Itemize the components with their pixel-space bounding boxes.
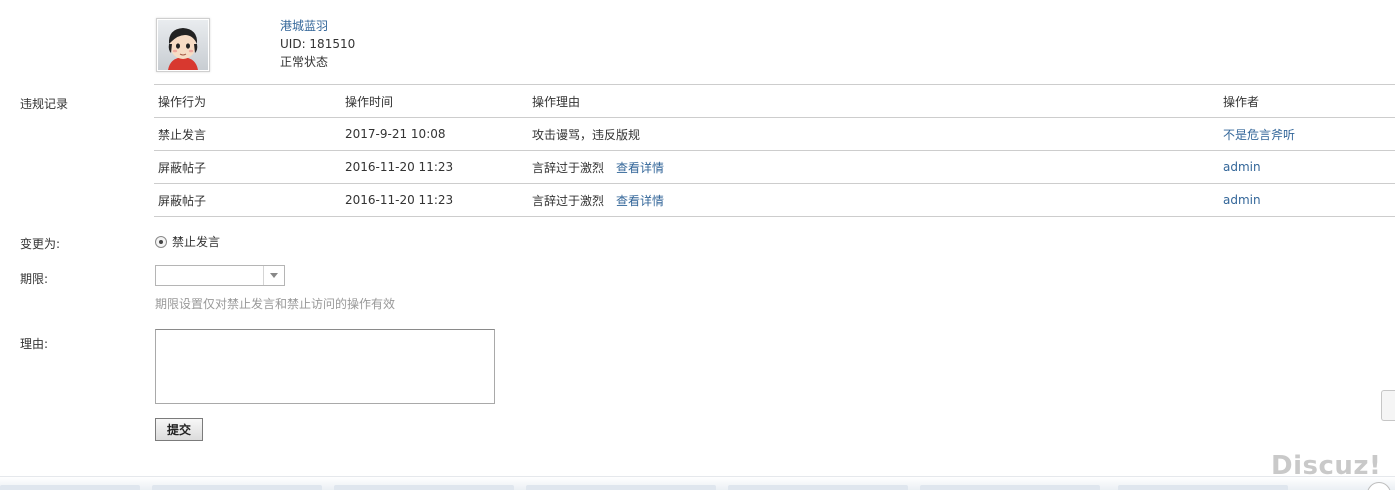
side-scroll-handle[interactable] xyxy=(1381,390,1395,421)
chevron-down-icon[interactable] xyxy=(263,266,284,285)
user-info: 港城蓝羽 UID: 181510 正常状态 xyxy=(280,17,355,71)
ban-post-label[interactable]: 禁止发言 xyxy=(172,233,220,250)
ban-post-radio[interactable] xyxy=(155,235,167,248)
row-reason: 言辞过于激烈 查看详情 xyxy=(528,150,1219,184)
header-action: 操作行为 xyxy=(154,84,341,118)
reason-label: 理由: xyxy=(20,337,49,351)
user-uid: UID: 181510 xyxy=(280,37,356,51)
avatar-icon xyxy=(158,20,208,70)
header-time: 操作时间 xyxy=(341,84,528,118)
period-label: 期限: xyxy=(20,272,49,286)
row-reason-text: 言辞过于激烈 xyxy=(532,160,605,175)
ban-post-option[interactable]: 禁止发言 xyxy=(155,233,220,250)
discuz-logo: Discuz! xyxy=(1271,451,1382,481)
header-reason: 操作理由 xyxy=(528,84,1219,118)
username-link[interactable]: 港城蓝羽 xyxy=(280,19,328,33)
change-label: 变更为: xyxy=(20,237,61,251)
row-reason: 言辞过于激烈 查看详情 xyxy=(528,183,1219,217)
view-detail-link[interactable]: 查看详情 xyxy=(616,194,664,208)
period-hint: 期限设置仅对禁止发言和禁止访问的操作有效 xyxy=(155,297,396,311)
member-ban-page: 港城蓝羽 UID: 181510 正常状态 违规记录 操作行为 操作时间 操作理… xyxy=(0,0,1395,490)
table-row: 屏蔽帖子 2016-11-20 11:23 言辞过于激烈 查看详情 admin xyxy=(154,183,1395,217)
row-action: 禁止发言 xyxy=(154,117,341,151)
period-select[interactable] xyxy=(155,265,285,286)
row-time: 2017-9-21 10:08 xyxy=(341,117,528,151)
bottom-tabs xyxy=(0,485,1395,490)
row-reason-text: 攻击谩骂，违反版规 xyxy=(532,127,641,142)
row-reason: 攻击谩骂，违反版规 xyxy=(528,117,1219,151)
row-reason-text: 言辞过于激烈 xyxy=(532,193,605,208)
table-row: 屏蔽帖子 2016-11-20 11:23 言辞过于激烈 查看详情 admin xyxy=(154,150,1395,184)
records-label: 违规记录 xyxy=(20,97,69,111)
submit-button[interactable]: 提交 xyxy=(155,418,203,441)
user-status: 正常状态 xyxy=(280,55,329,69)
row-action: 屏蔽帖子 xyxy=(154,150,341,184)
table-row: 禁止发言 2017-9-21 10:08 攻击谩骂，违反版规 不是危言斧听 xyxy=(154,117,1395,151)
user-avatar[interactable] xyxy=(156,18,210,72)
view-detail-link[interactable]: 查看详情 xyxy=(616,161,664,175)
records-table: 操作行为 操作时间 操作理由 操作者 禁止发言 2017-9-21 10:08 … xyxy=(154,84,1395,217)
operator-link[interactable]: admin xyxy=(1223,160,1261,174)
row-operator: admin xyxy=(1219,183,1395,217)
row-operator: admin xyxy=(1219,150,1395,184)
row-time: 2016-11-20 11:23 xyxy=(341,183,528,217)
header-operator: 操作者 xyxy=(1219,84,1395,118)
operator-link[interactable]: 不是危言斧听 xyxy=(1223,128,1295,142)
operator-link[interactable]: admin xyxy=(1223,193,1261,207)
row-action: 屏蔽帖子 xyxy=(154,183,341,217)
reason-textarea[interactable] xyxy=(155,329,495,404)
row-time: 2016-11-20 11:23 xyxy=(341,150,528,184)
records-header-row: 操作行为 操作时间 操作理由 操作者 xyxy=(154,84,1395,118)
row-operator: 不是危言斧听 xyxy=(1219,117,1395,151)
